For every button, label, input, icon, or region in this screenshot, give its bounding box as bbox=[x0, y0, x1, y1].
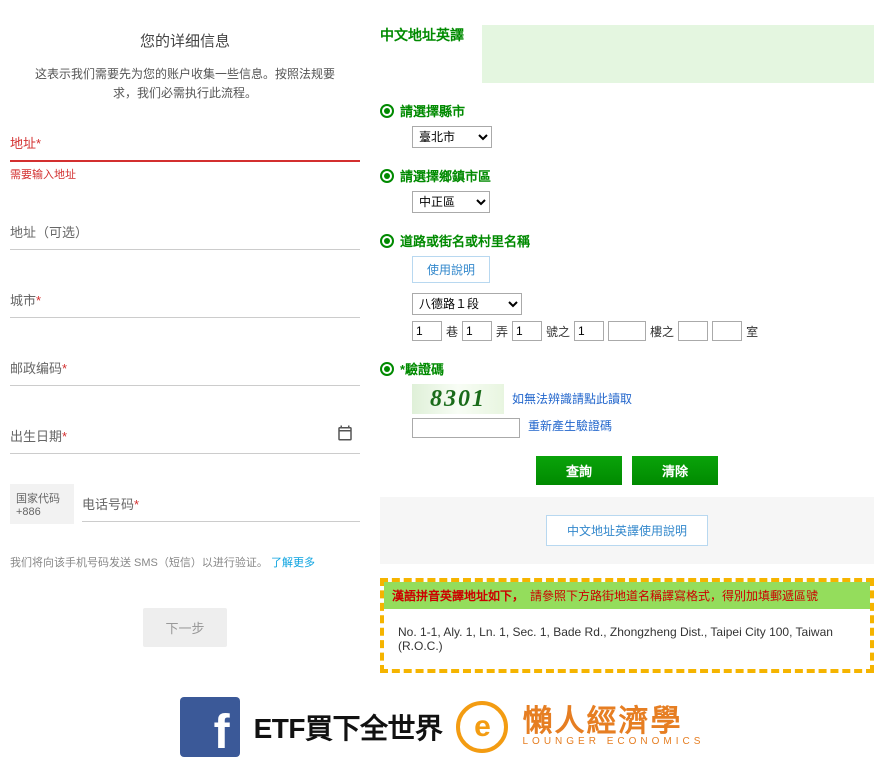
captcha-label: *驗證碼 bbox=[380, 359, 874, 378]
learn-more-link[interactable]: 了解更多 bbox=[271, 557, 315, 569]
bullet-icon bbox=[380, 362, 394, 376]
postal-input[interactable]: 邮政编码* bbox=[10, 348, 360, 386]
phone-input[interactable]: 电话号码* bbox=[82, 484, 360, 522]
captcha-regen-link[interactable]: 重新產生驗證碼 bbox=[528, 416, 612, 436]
captcha-image: 8301 bbox=[412, 384, 504, 414]
bullet-icon bbox=[380, 169, 394, 183]
city-input[interactable]: 城市* bbox=[10, 280, 360, 318]
district-select[interactable]: 中正區 bbox=[412, 191, 490, 213]
subfloor-input[interactable] bbox=[678, 321, 708, 341]
form-description: 这表示我们需要先为您的账户收集一些信息。按照法规要求，我们必需执行此流程。 bbox=[10, 65, 360, 103]
bullet-icon bbox=[380, 234, 394, 248]
room-label: 室 bbox=[746, 323, 758, 340]
lounger-logo-icon: e bbox=[456, 701, 508, 753]
number-input[interactable] bbox=[512, 321, 542, 341]
alley-label: 弄 bbox=[496, 323, 508, 340]
footer-logos: f ETF買下全世界 e 懶人經濟學 LOUNGER ECONOMICS bbox=[0, 683, 884, 767]
banner-placeholder bbox=[482, 25, 874, 83]
details-form: 您的详细信息 这表示我们需要先为您的账户收集一些信息。按照法规要求，我们必需执行… bbox=[0, 20, 370, 683]
number-label: 號之 bbox=[546, 323, 570, 340]
county-label: 請選擇縣市 bbox=[380, 101, 874, 120]
address-field-wrap: 地址* 需要输入地址 bbox=[10, 123, 360, 182]
translator-title: 中文地址英譯 bbox=[380, 25, 464, 45]
result-highlight: 漢語拼音英譯地址如下， 請參照下方路街地道名稱譯寫格式，得別加填郵遞區號 No.… bbox=[380, 578, 874, 673]
county-select[interactable]: 臺北市 bbox=[412, 126, 492, 148]
usage-button[interactable]: 使用說明 bbox=[412, 256, 490, 283]
country-code-box[interactable]: 国家代码 +886 bbox=[10, 484, 74, 524]
sms-note: 我们将向该手机号码发送 SMS（短信）以进行验证。 了解更多 bbox=[10, 554, 360, 570]
room-input[interactable] bbox=[712, 321, 742, 341]
road-label: 道路或街名或村里名稱 bbox=[380, 231, 874, 250]
guide-box: 中文地址英譯使用說明 bbox=[380, 497, 874, 564]
road-select[interactable]: 八德路１段 bbox=[412, 293, 522, 315]
bullet-icon bbox=[380, 104, 394, 118]
floor-input[interactable] bbox=[608, 321, 646, 341]
captcha-input[interactable] bbox=[412, 418, 520, 438]
address-input[interactable]: 地址* bbox=[10, 123, 360, 162]
form-title: 您的详细信息 bbox=[10, 30, 360, 51]
lane-label: 巷 bbox=[446, 323, 458, 340]
captcha-reload-link[interactable]: 如無法辨識請點此讀取 bbox=[512, 389, 632, 409]
next-button[interactable]: 下一步 bbox=[143, 608, 226, 647]
lane-input[interactable] bbox=[412, 321, 442, 341]
floor-label: 樓之 bbox=[650, 323, 674, 340]
query-button[interactable]: 查詢 bbox=[536, 456, 622, 485]
facebook-icon[interactable]: f bbox=[180, 697, 240, 757]
result-address: No. 1-1, Aly. 1, Ln. 1, Sec. 1, Bade Rd.… bbox=[384, 609, 870, 669]
address-translator: 中文地址英譯 請選擇縣市 臺北市 請選擇鄉鎮市區 中正區 道路或街名或村里名稱 … bbox=[370, 20, 884, 683]
alley-input[interactable] bbox=[462, 321, 492, 341]
dob-input[interactable]: 出生日期* bbox=[10, 416, 360, 454]
district-label: 請選擇鄉鎮市區 bbox=[380, 166, 874, 185]
clear-button[interactable]: 清除 bbox=[632, 456, 718, 485]
required-mark: * bbox=[36, 136, 41, 151]
address2-input[interactable]: 地址（可选） bbox=[10, 212, 360, 250]
result-header: 漢語拼音英譯地址如下， 請參照下方路街地道名稱譯寫格式，得別加填郵遞區號 bbox=[384, 582, 870, 609]
calendar-icon[interactable] bbox=[336, 424, 354, 442]
fb-group-name: ETF買下全世界 bbox=[254, 707, 443, 747]
address-error: 需要输入地址 bbox=[10, 166, 360, 182]
lounger-logo-text: 懶人經濟學 LOUNGER ECONOMICS bbox=[522, 707, 704, 747]
subnumber-input[interactable] bbox=[574, 321, 604, 341]
guide-button[interactable]: 中文地址英譯使用說明 bbox=[546, 515, 708, 546]
